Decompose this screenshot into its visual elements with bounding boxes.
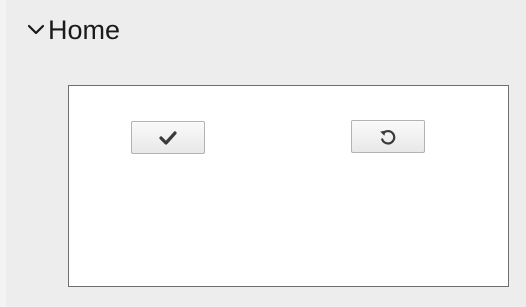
section-header-home[interactable]: Home [26, 10, 120, 50]
settings-panel: Home [0, 0, 526, 307]
section-title: Home [48, 14, 121, 45]
checkmark-icon [159, 130, 177, 145]
section-content-box [68, 85, 509, 287]
undo-icon [378, 127, 398, 147]
chevron-down-icon[interactable] [26, 20, 46, 40]
apply-button[interactable] [131, 121, 205, 154]
reset-button[interactable] [351, 120, 425, 153]
